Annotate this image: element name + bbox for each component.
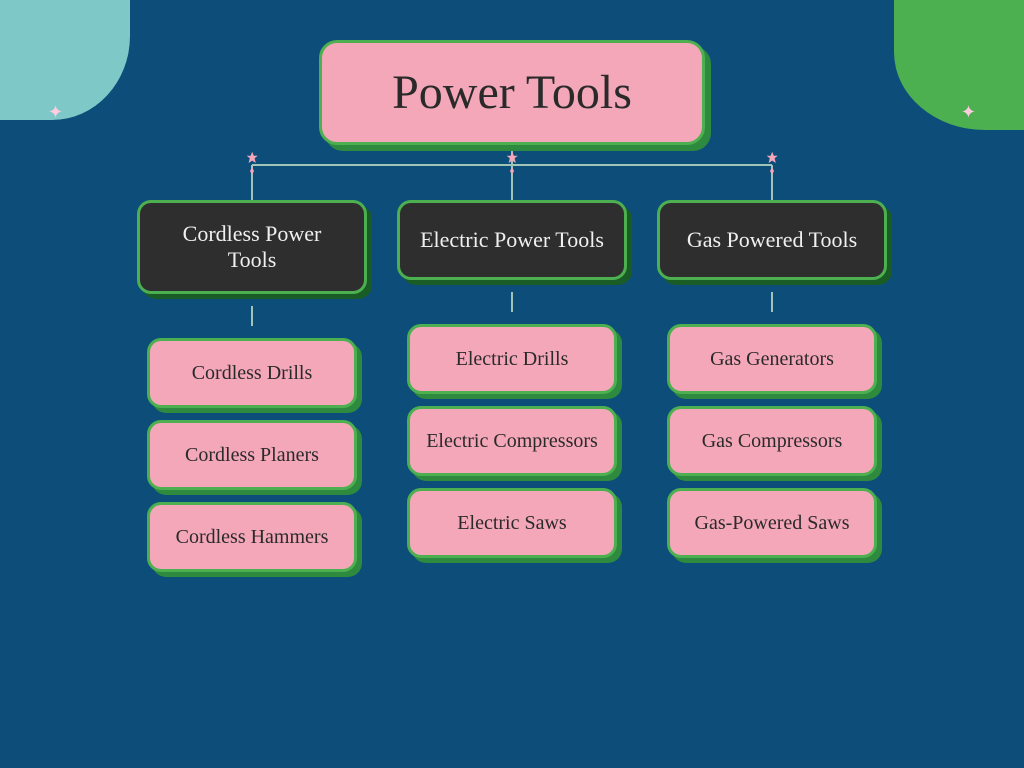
children-col-electric: Electric Drills Electric Compressors Elect… (407, 292, 617, 558)
child-node-cordless-2: Cordless Hammers (147, 502, 357, 572)
top-section: Power Tools (137, 40, 887, 200)
root-node-wrapper: Power Tools (319, 40, 705, 145)
sparkle-top-left: ✦ (48, 102, 63, 123)
children-col-gas: Gas Generators Gas Compressors Gas-Powered… (667, 292, 877, 558)
child-node-electric-1: Electric Compressors (407, 406, 617, 476)
child-node-cordless-1: Cordless Planers (147, 420, 357, 490)
category-col-cordless: Cordless Power ToolsCordless DrillsCordl… (137, 200, 367, 572)
line-cat-children-cordless (251, 306, 253, 326)
line-cat-children-gas (771, 292, 773, 312)
category-col-gas: Gas Powered Tools Gas Generators Gas Compr… (657, 200, 887, 572)
connector-lines-area (137, 145, 887, 200)
category-col-electric: Electric Power ToolsElectric DrillsElect… (397, 200, 627, 572)
line-cat-children-electric (511, 292, 513, 312)
children-col-cordless: Cordless Drills Cordless Planers Cordless … (147, 306, 357, 572)
child-node-gas-1: Gas Compressors (667, 406, 877, 476)
cat-node-electric: Electric Power Tools (397, 200, 627, 280)
child-node-electric-0: Electric Drills (407, 324, 617, 394)
child-node-electric-2: Electric Saws (407, 488, 617, 558)
cat-node-gas: Gas Powered Tools (657, 200, 887, 280)
child-node-cordless-0: Cordless Drills (147, 338, 357, 408)
child-node-gas-0: Gas Generators (667, 324, 877, 394)
root-node: Power Tools (319, 40, 705, 145)
connector-svg (137, 145, 887, 200)
sparkle-top-right: ✦ (961, 102, 976, 123)
child-node-gas-2: Gas-Powered Saws (667, 488, 877, 558)
root-label: Power Tools (392, 66, 632, 119)
cat-node-cordless: Cordless Power Tools (137, 200, 367, 294)
categories-row: Cordless Power ToolsCordless DrillsCordl… (137, 200, 887, 572)
diagram: Power Tools (0, 0, 1024, 572)
